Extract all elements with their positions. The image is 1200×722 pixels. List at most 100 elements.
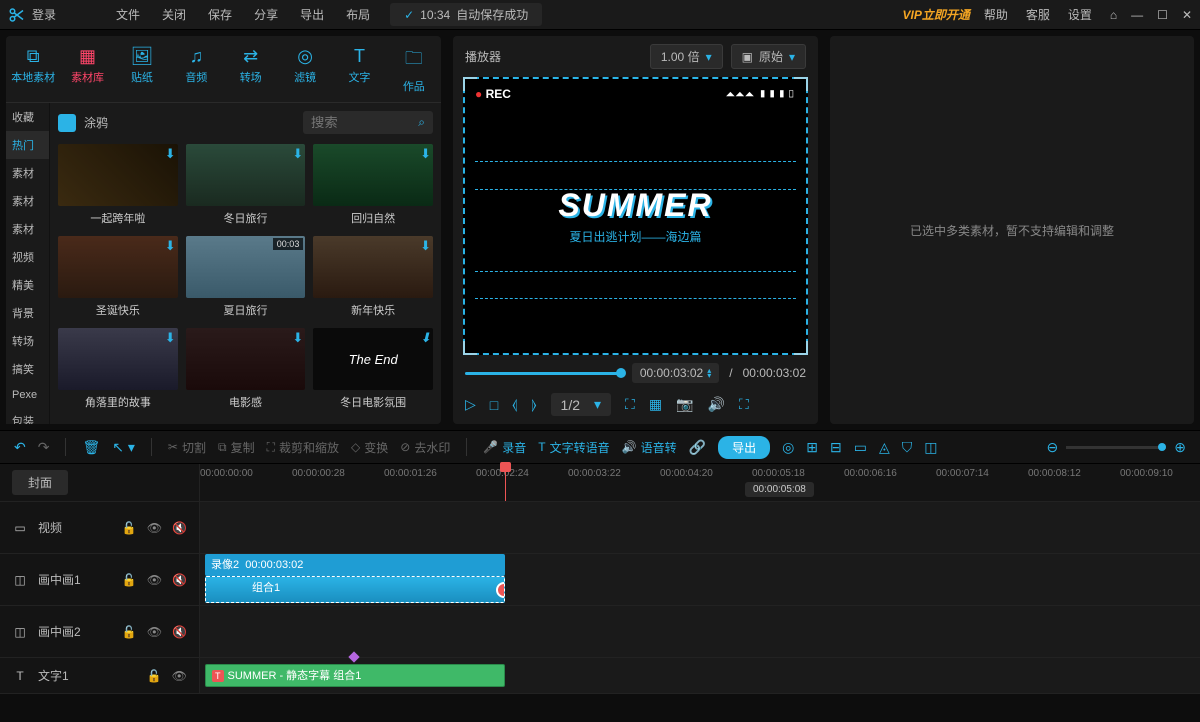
menu-layout[interactable]: 布局 — [346, 6, 370, 23]
snapshot-icon[interactable]: 📷 — [676, 396, 693, 413]
download-icon[interactable]: ⬇ — [165, 238, 176, 254]
recording-clip[interactable]: 录像2 00:00:03:02 — [205, 554, 505, 576]
vip-link[interactable]: VIP立即开通 — [903, 6, 970, 23]
template-card[interactable]: ⬇新年快乐 — [313, 236, 433, 318]
play-icon[interactable]: ▷ — [465, 396, 476, 413]
preview-viewport[interactable]: ● REC ⏶⏶⏶ ▮▮▮▯ SUMMER 夏日出逃计划——海边篇 — [463, 77, 808, 355]
mute-icon[interactable]: 🔇 — [172, 625, 187, 639]
category-item[interactable]: 素材 — [6, 187, 49, 215]
zoom-in-icon[interactable]: ⊕ — [1174, 439, 1186, 456]
template-card[interactable]: ⬇电影感 — [186, 328, 306, 410]
undo-icon[interactable]: ↶ — [14, 439, 26, 456]
category-item[interactable]: 背景 — [6, 299, 49, 327]
time-spinner[interactable]: ▴▾ — [707, 368, 711, 378]
redo-icon[interactable]: ↷ — [38, 439, 50, 456]
category-item[interactable]: 转场 — [6, 327, 49, 355]
mute-icon[interactable]: 🔇 — [172, 573, 187, 587]
tool-icon-2[interactable]: ⊞ — [806, 439, 818, 456]
search-box[interactable]: ⌕ — [303, 111, 433, 134]
search-icon[interactable]: ⌕ — [418, 115, 425, 130]
zoom-select[interactable]: 1.00 倍▾ — [650, 44, 723, 69]
zoom-slider[interactable] — [1066, 446, 1166, 449]
menu-file[interactable]: 文件 — [116, 6, 140, 23]
download-icon[interactable]: ⬇ — [420, 238, 431, 254]
export-button[interactable]: 导出 — [718, 436, 770, 459]
library-tab-3[interactable]: ♫音频 — [169, 42, 223, 102]
tool-icon-3[interactable]: ⊟ — [830, 439, 842, 456]
tool-icon-4[interactable]: ▭ — [854, 439, 867, 456]
maximize-icon[interactable]: ☐ — [1157, 8, 1168, 22]
login-link[interactable]: 登录 — [32, 6, 56, 23]
cursor-icon[interactable]: ↖ ▾ — [112, 439, 135, 456]
download-icon[interactable]: ⬇ — [420, 146, 431, 162]
transform-button[interactable]: ◇ 变换 — [351, 439, 388, 456]
tool-icon-5[interactable]: ◬ — [879, 439, 890, 456]
seek-bar[interactable] — [465, 372, 622, 375]
text-clip[interactable]: TSUMMER - 静态字幕 组合1 — [205, 664, 505, 687]
library-tab-7[interactable]: 🗀作品 — [387, 42, 441, 102]
template-card[interactable]: ⬇角落里的故事 — [58, 328, 178, 410]
category-item[interactable]: 搞笑 — [6, 355, 49, 383]
lock-icon[interactable]: 🔓 — [122, 625, 137, 639]
crop-button[interactable]: ⛶ 裁剪和缩放 — [267, 439, 339, 456]
template-card[interactable]: ⬇一起跨年啦 — [58, 144, 178, 226]
volume-icon[interactable]: 🔊 — [708, 396, 725, 413]
menu-save[interactable]: 保存 — [208, 6, 232, 23]
download-icon[interactable]: ⬇ — [165, 146, 176, 162]
grid-icon[interactable]: ▦ — [649, 396, 662, 413]
category-item[interactable]: 包装 — [6, 407, 49, 424]
stop-icon[interactable]: □ — [490, 397, 498, 413]
category-item[interactable]: 精美 — [6, 271, 49, 299]
menu-close[interactable]: 关闭 — [162, 6, 186, 23]
template-card[interactable]: ⬇回归自然 — [313, 144, 433, 226]
eye-icon[interactable]: 👁 — [147, 573, 162, 587]
eye-icon[interactable]: 👁 — [147, 521, 162, 535]
stt-button[interactable]: 🔊 语音转 — [622, 439, 677, 456]
lock-icon[interactable]: 🔓 — [122, 521, 137, 535]
eye-icon[interactable]: 👁 — [147, 625, 162, 639]
help-link[interactable]: 帮助 — [984, 6, 1008, 23]
library-tab-1[interactable]: ▦素材库 — [60, 42, 114, 102]
composition-clip[interactable]: 组合1 — [205, 576, 505, 603]
download-icon[interactable]: ⬇ — [420, 330, 431, 346]
tool-icon-6[interactable]: ⛉ — [902, 439, 913, 456]
time-ruler[interactable]: 00:00:05:08 00:00:00:0000:00:00:2800:00:… — [200, 464, 1200, 501]
lock-icon[interactable]: 🔓 — [122, 573, 137, 587]
lock-icon[interactable]: 🔓 — [147, 669, 162, 683]
download-icon[interactable]: ⬇ — [165, 330, 176, 346]
speed-select[interactable]: 1/2▾ — [551, 393, 612, 416]
download-icon[interactable]: ⬇ — [292, 146, 303, 162]
menu-export[interactable]: 导出 — [300, 6, 324, 23]
prev-frame-icon[interactable]: ⦉ — [512, 396, 517, 413]
playhead[interactable] — [505, 464, 506, 501]
template-card[interactable]: 00:03夏日旅行 — [186, 236, 306, 318]
next-frame-icon[interactable]: ⦊ — [531, 396, 536, 413]
minimize-icon[interactable]: — — [1131, 8, 1143, 22]
fullscreen-icon[interactable]: ⛶ — [739, 396, 749, 413]
copy-button[interactable]: ⧉ 复制 — [218, 439, 255, 456]
template-card[interactable]: ⬇圣诞快乐 — [58, 236, 178, 318]
cut-button[interactable]: ✂ 切割 — [168, 439, 206, 456]
record-button[interactable]: 🎤 录音 — [483, 439, 526, 456]
clip-handle[interactable] — [496, 582, 505, 598]
library-tab-5[interactable]: ◎滤镜 — [278, 42, 332, 102]
eye-icon[interactable]: 👁 — [172, 669, 187, 683]
close-window-icon[interactable]: ✕ — [1182, 8, 1192, 22]
download-icon[interactable]: ⬇ — [292, 330, 303, 346]
settings-link[interactable]: 设置 — [1068, 6, 1092, 23]
delete-icon[interactable]: 🗑 — [82, 439, 100, 456]
template-card[interactable]: The End⬇冬日电影氛围 — [313, 328, 433, 410]
tool-icon-1[interactable]: ◎ — [782, 439, 794, 456]
support-link[interactable]: 客服 — [1026, 6, 1050, 23]
category-item[interactable]: 视频 — [6, 243, 49, 271]
home-icon[interactable]: ⌂ — [1110, 8, 1117, 22]
library-tab-6[interactable]: T文字 — [332, 42, 386, 102]
watermark-button[interactable]: ⊘ 去水印 — [400, 439, 450, 456]
crop-icon[interactable]: ⛶ — [625, 396, 635, 413]
search-input[interactable] — [311, 115, 418, 130]
category-item[interactable]: 素材 — [6, 159, 49, 187]
library-tab-0[interactable]: ⧉本地素材 — [6, 42, 60, 102]
mute-icon[interactable]: 🔇 — [172, 521, 187, 535]
tool-icon-7[interactable]: ◫ — [924, 439, 937, 456]
zoom-out-icon[interactable]: ⊖ — [1047, 439, 1059, 456]
